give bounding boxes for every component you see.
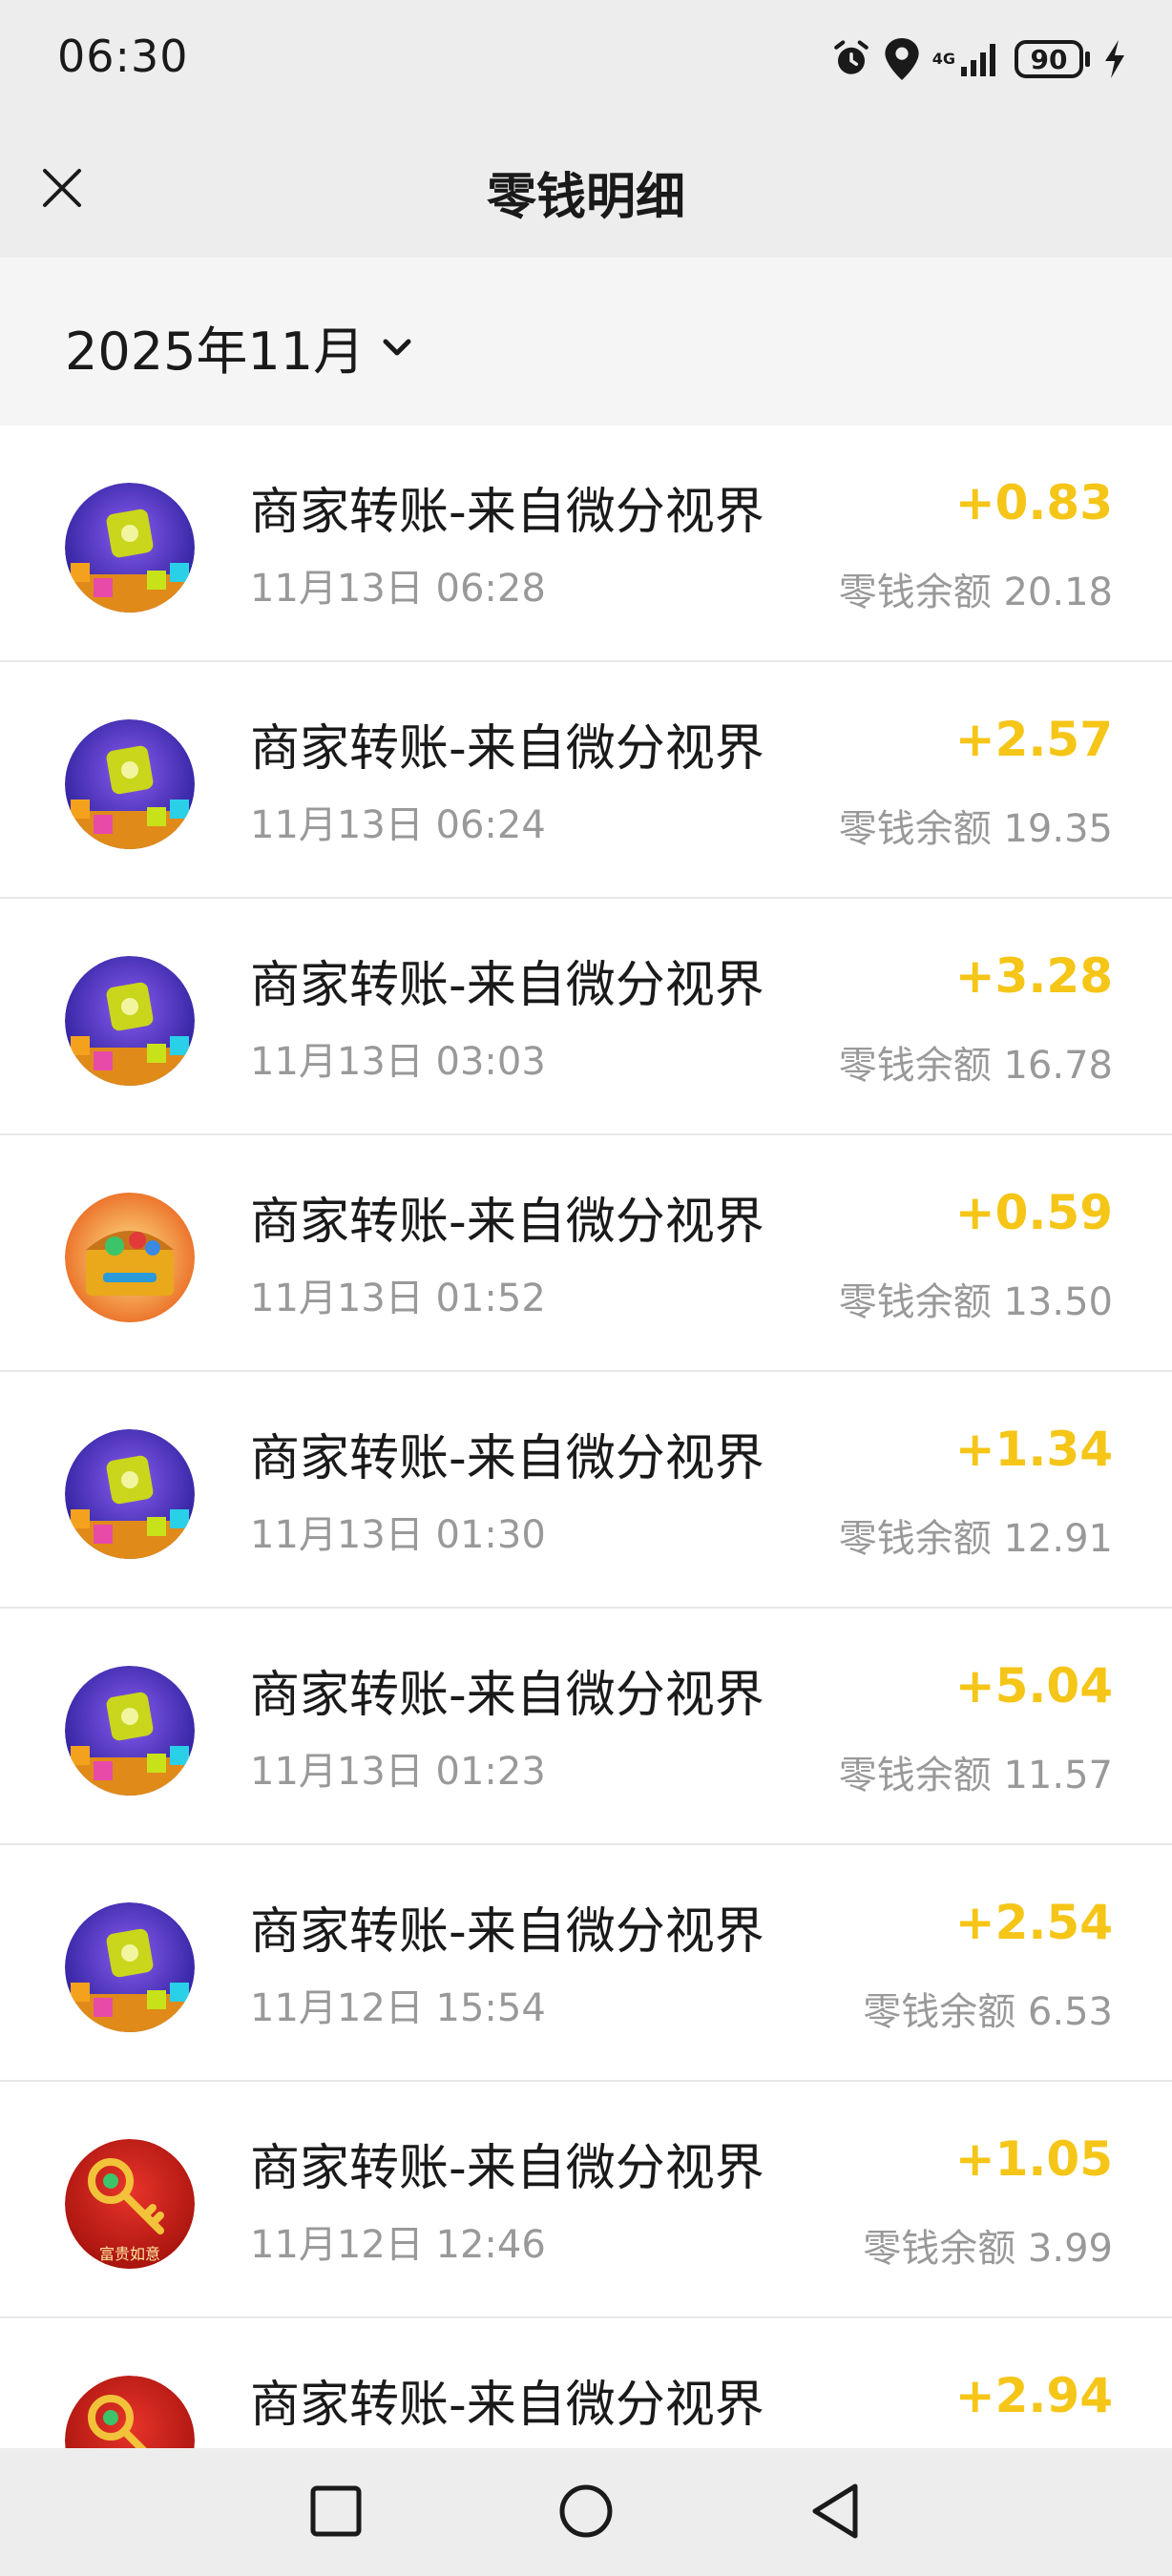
transaction-amount: +0.59 [954, 1185, 1113, 1240]
battery-icon: 90 [1015, 40, 1090, 78]
transaction-amount: +2.94 [954, 2368, 1113, 2423]
square-icon[interactable] [302, 2477, 370, 2545]
transaction-amount: +5.04 [954, 1658, 1113, 1714]
transaction-title: 商家转账-来自微分视界 [250, 1194, 764, 1251]
transaction-balance: 零钱余额 13.50 [838, 1280, 1113, 1324]
puzzle-game-icon [65, 1902, 195, 2032]
transaction-balance: 零钱余额 6.53 [863, 1990, 1113, 2034]
transaction-row[interactable]: 商家转账-来自微分视界 11月13日 01:23 +5.04 零钱余额 11.5… [0, 1609, 1172, 1845]
battery-level: 90 [1015, 40, 1083, 78]
puzzle-game-icon [65, 1429, 195, 1559]
transaction-amount: +2.57 [954, 712, 1113, 767]
month-filter-bar: 2025年11月 [0, 258, 1172, 426]
transaction-title: 商家转账-来自微分视界 [250, 1430, 764, 1487]
transaction-time: 11月13日 01:23 [250, 1750, 546, 1794]
transaction-title: 商家转账-来自微分视界 [250, 484, 764, 541]
avatar-caption: 富贵如意 [99, 2245, 160, 2263]
transaction-row[interactable]: 商家转账-来自微分视界 11月12日 15:54 +2.54 零钱余额 6.53 [0, 1845, 1172, 2082]
transaction-time: 11月13日 06:28 [250, 567, 546, 611]
month-label: 2025年11月 [65, 322, 366, 382]
transaction-time: 11月13日 06:24 [250, 803, 546, 847]
status-time: 06:30 [57, 31, 189, 82]
circle-icon[interactable] [552, 2477, 620, 2545]
transaction-title: 商家转账-来自微分视界 [250, 2140, 764, 2197]
transaction-balance: 零钱余额 16.78 [838, 1044, 1113, 1088]
transaction-title: 商家转账-来自微分视界 [250, 957, 764, 1014]
charging-icon [1105, 40, 1124, 78]
transaction-time: 11月13日 01:52 [250, 1277, 546, 1320]
transaction-time: 11月12日 15:54 [250, 1986, 546, 2030]
transaction-balance: 零钱余额 19.35 [838, 807, 1113, 851]
puzzle-game-icon [65, 483, 195, 613]
puzzle-game-icon [65, 956, 195, 1086]
transaction-time: 11月13日 01:30 [250, 1513, 546, 1557]
transaction-amount: +1.34 [954, 1422, 1113, 1477]
transaction-title: 商家转账-来自微分视界 [250, 1667, 764, 1724]
transaction-title: 商家转账-来自微分视界 [250, 1903, 764, 1961]
transaction-time: 11月12日 12:46 [250, 2223, 546, 2267]
transaction-row[interactable]: 商家转账-来自微分视界 11月13日 03:03 +3.28 零钱余额 16.7… [0, 899, 1172, 1135]
transaction-row[interactable]: 商家转账-来自微分视界 11月13日 06:24 +2.57 零钱余额 19.3… [0, 662, 1172, 899]
page-title: 零钱明细 [486, 169, 685, 226]
transaction-balance: 零钱余额 3.99 [863, 2227, 1113, 2271]
puzzle-game-icon [65, 1666, 195, 1796]
transaction-row[interactable]: 富贵如意 商家转账-来自微分视界 11月12日 12:46 +1.05 零钱余额… [0, 2082, 1172, 2318]
transaction-row[interactable]: 商家转账-来自微分视界 11月13日 06:28 +0.83 零钱余额 20.1… [0, 426, 1172, 662]
status-icons: 4G 90 [831, 32, 1126, 86]
transaction-amount: +0.83 [954, 475, 1113, 530]
puzzle-game-icon [65, 719, 195, 849]
triangle-back-icon[interactable] [802, 2477, 870, 2545]
transaction-balance: 零钱余额 20.18 [838, 571, 1113, 614]
navigation-bar: 零钱明细 [0, 118, 1172, 258]
system-navigation-bar [0, 2448, 1172, 2576]
transaction-row[interactable]: 商家转账-来自微分视界 11月13日 01:52 +0.59 零钱余额 13.5… [0, 1135, 1172, 1372]
transaction-amount: +1.05 [954, 2131, 1113, 2187]
transaction-balance: 零钱余额 12.91 [838, 1517, 1113, 1561]
treasure-chest-icon [65, 1193, 195, 1322]
transaction-row[interactable]: 商家转账-来自微分视界 11月13日 01:30 +1.34 零钱余额 12.9… [0, 1372, 1172, 1609]
transaction-amount: +3.28 [954, 948, 1113, 1004]
location-icon [885, 38, 919, 80]
status-bar: 06:30 4G 90 [0, 0, 1172, 118]
month-selector[interactable]: 2025年11月 [65, 309, 414, 384]
chevron-down-icon [383, 339, 411, 355]
transaction-balance: 零钱余额 11.57 [838, 1754, 1113, 1797]
transaction-title: 商家转账-来自微分视界 [250, 2377, 764, 2434]
golden-key-icon: 富贵如意 [65, 2139, 195, 2269]
transaction-amount: +2.54 [954, 1895, 1113, 1950]
transaction-title: 商家转账-来自微分视界 [250, 720, 764, 778]
transaction-time: 11月13日 03:03 [250, 1040, 546, 1084]
signal-icon [961, 44, 995, 76]
alarm-icon [833, 40, 869, 74]
network-type: 4G [932, 42, 1001, 76]
transaction-list: 商家转账-来自微分视界 11月13日 06:28 +0.83 零钱余额 20.1… [0, 426, 1172, 2555]
